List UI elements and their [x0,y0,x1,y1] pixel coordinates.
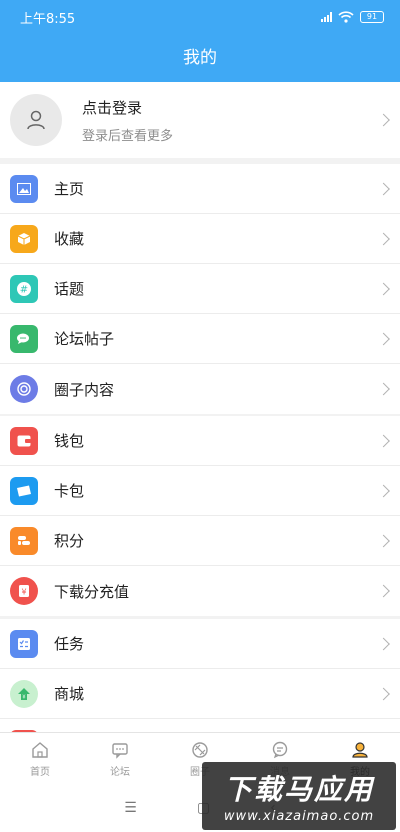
menu-label: 话题 [54,280,85,298]
box-icon [10,224,38,253]
wifi-icon [338,11,354,23]
svg-text:¥: ¥ [21,588,26,597]
circle-target-icon [10,375,38,403]
chat-bubbles-icon [10,324,38,353]
menu-label: 主页 [54,180,85,198]
status-bar: 上午8:55 91 [0,0,400,34]
user-icon [351,740,369,760]
svg-text:#: # [20,284,28,295]
checklist-icon [10,629,38,658]
watermark-url: www.xiazaimao.com [223,809,375,824]
status-icons: 91 [321,11,384,23]
menu-nav-icon[interactable]: ☰ [124,800,137,816]
message-icon [271,740,289,760]
page-title: 我的 [183,48,217,68]
shop-icon: ¥ [10,679,38,708]
menu-item-topics[interactable]: # 话题 [0,264,400,314]
user-avatar-icon [27,110,45,130]
hashtag-icon: # [10,274,38,303]
menu-label: 卡包 [54,482,85,500]
menu-label: 商城 [54,685,85,703]
chevron-right-icon [377,484,390,497]
chevron-right-icon [377,687,390,700]
tab-forum[interactable]: 论坛 [80,733,160,784]
forum-icon [111,740,129,760]
chevron-right-icon [377,232,390,245]
avatar[interactable] [10,94,62,146]
menu-label: 圈子内容 [54,380,115,399]
menu-item-card-pack[interactable]: 卡包 [0,466,400,516]
tab-home[interactable]: 首页 [0,733,80,784]
menu-item-favorites[interactable]: 收藏 [0,214,400,264]
card-icon [10,476,38,505]
chevron-right-icon [377,282,390,295]
coins-icon [10,526,38,555]
battery-icon: 91 [360,11,384,23]
menu-item-tasks[interactable]: 任务 [0,619,400,669]
status-time: 上午8:55 [20,11,76,27]
chevron-right-icon [377,382,390,396]
home-icon [31,740,49,760]
red-envelope-icon: ¥ [10,577,38,605]
chevron-right-icon [377,332,390,345]
menu-label: 任务 [54,635,85,653]
menu-item-wallet[interactable]: 钱包 [0,416,400,466]
menu-group-tasks: 任务 ¥ 商城 [0,619,400,732]
chevron-right-icon [377,637,390,650]
menu-label: 论坛帖子 [54,330,115,348]
svg-text:¥: ¥ [22,694,25,700]
menu-item-forum-posts[interactable]: 论坛帖子 [0,314,400,364]
menu-item-download-recharge[interactable]: ¥ 下载分充值 [0,566,400,616]
wallet-icon [10,426,38,455]
app-header: 上午8:55 91 我的 [0,0,400,82]
menu-item-shop[interactable]: ¥ 商城 [0,669,400,719]
watermark-title: 下载马应用 [223,773,374,806]
chevron-right-icon [377,534,390,547]
tab-label: 首页 [30,766,50,778]
menu-group-wallet: 钱包 卡包 积分 ¥ 下载分充值 [0,416,400,616]
menu-label: 积分 [54,532,85,550]
menu-group-content: 主页 收藏 # 话题 论坛帖子 圈子内容 [0,164,400,414]
chevron-right-icon [377,182,390,195]
circle-icon [191,740,209,760]
menu-item-homepage[interactable]: 主页 [0,164,400,214]
login-card[interactable]: 点击登录 登录后查看更多 [0,82,400,158]
menu-label: 收藏 [54,230,85,248]
menu-item-points[interactable]: 积分 [0,516,400,566]
login-title: 点击登录 [82,98,143,117]
menu-item-partial [0,719,400,732]
watermark-logo: 下载马应用 www.xiazaimao.com [202,762,396,830]
menu-label: 钱包 [54,432,85,450]
login-subtitle: 登录后查看更多 [82,128,174,144]
image-icon [10,174,38,203]
chevron-right-icon [377,434,390,447]
signal-icon [321,12,332,22]
menu-item-circle-content[interactable]: 圈子内容 [0,364,400,414]
menu-label: 下载分充值 [54,582,130,601]
tab-label: 论坛 [110,766,130,778]
chevron-right-icon [377,584,390,598]
